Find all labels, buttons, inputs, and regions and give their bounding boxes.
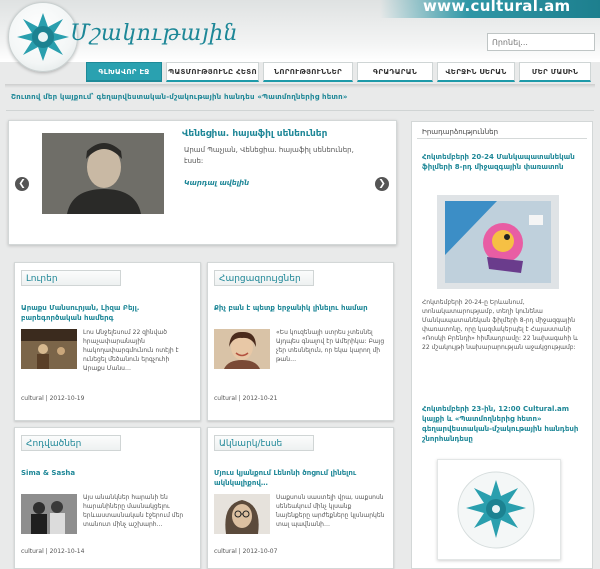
nav-item-news[interactable]: ՆՈՐՈՒԹՅՈՒՆՆԵՐ bbox=[263, 62, 353, 82]
festival-poster-image bbox=[437, 195, 559, 289]
card-news: Լուրեր Արաքս Մանսուրյան, Լիզա Բեյլ. բարե… bbox=[14, 262, 201, 421]
card-excerpt: Լոս Անջելեսում 22 զինված հրաչափարանային … bbox=[83, 329, 179, 372]
event-description: Հոկտեմբերի 20-24-ը Երևանում, տոնակատարու… bbox=[422, 299, 578, 351]
card-thumbnail[interactable] bbox=[214, 329, 270, 369]
slide-description: Արամ Պաչյան, Վենեցիա. հայաֆիլ սենեուներ,… bbox=[184, 146, 354, 165]
card-articles: Հոդվածներ Sima & Sasha Այս անանկներ հարա… bbox=[14, 427, 201, 569]
card-meta: cultural | 2012-10-21 bbox=[214, 395, 278, 402]
nav-shadow bbox=[5, 84, 595, 88]
card-essays: Ակնարկ/էսսե Մյուս կյանքում Լենոնի ծոցում… bbox=[207, 427, 394, 569]
divider bbox=[6, 110, 594, 111]
card-tab[interactable]: Հարցազրույցներ bbox=[214, 270, 314, 286]
duo-photo-image bbox=[21, 494, 77, 534]
card-meta: cultural | 2012-10-19 bbox=[21, 395, 85, 402]
card-thumbnail[interactable] bbox=[21, 494, 77, 534]
portrait-image bbox=[42, 133, 164, 214]
event-title[interactable]: Հոկտեմբերի 20-24 Մանկապատանեկան ֆիլմերի … bbox=[422, 152, 582, 172]
nav-item-last-session[interactable]: ՎԵՐՋԻՆ ՍԵՐԱՆ bbox=[437, 62, 515, 82]
event-title[interactable]: Հոկտեմբերի 23-ին, 12:00 Cultural.am կայք… bbox=[422, 404, 584, 444]
site-url[interactable]: www.cultural.am bbox=[423, 0, 570, 15]
card-title[interactable]: Արաքս Մանսուրյան, Լիզա Բեյլ. բարեգործակա… bbox=[21, 303, 191, 323]
card-meta: cultural | 2012-10-07 bbox=[214, 548, 278, 555]
card-tab[interactable]: Լուրեր bbox=[21, 270, 121, 286]
event-logo-image[interactable] bbox=[437, 459, 561, 560]
card-meta: cultural | 2012-10-14 bbox=[21, 548, 85, 555]
sidebar-divider bbox=[417, 138, 587, 139]
concert-image bbox=[21, 329, 77, 369]
logo-text[interactable]: Մշակութային bbox=[70, 21, 238, 46]
woman-portrait-image bbox=[214, 329, 270, 369]
logo-splash-icon bbox=[17, 13, 69, 61]
card-tab[interactable]: Հոդվածներ bbox=[21, 435, 121, 451]
card-excerpt: Սաքսոսն սաստելի վրա, սաքսոսն սենեակում մ… bbox=[276, 494, 385, 528]
card-interviews: Հարցազրույցներ Քիչ բան է պետք երջանիկ լի… bbox=[207, 262, 394, 421]
nav-item-about[interactable]: ՄԵՐ ՄԱՍԻՆ bbox=[519, 62, 591, 82]
main-nav: ԳԼԽԱՎՈՐ ԷՋ ՊԱՏՄՈՒԹՅՈՒՆԸ ՀԵՏՈ ՆՈՐՈՒԹՅՈՒՆՆ… bbox=[86, 62, 591, 84]
events-sidebar: Իրադարձություններ Հոկտեմբերի 20-24 Մանկա… bbox=[411, 121, 593, 569]
card-tab[interactable]: Ակնարկ/էսսե bbox=[214, 435, 314, 451]
card-thumbnail[interactable] bbox=[214, 494, 270, 534]
nav-item-library[interactable]: ԳՐԱԴԱՐԱՆ bbox=[357, 62, 433, 82]
card-title[interactable]: Մյուս կյանքում Լենոնի ծոցում լինելու ակն… bbox=[214, 468, 384, 488]
announcement: Շուտով մեր կայքում՝ գեղարվեստական-մշակու… bbox=[11, 93, 348, 101]
card-excerpt: Այս անանկներ հարանի են հարանիները մասնակ… bbox=[83, 494, 184, 528]
nav-item-home[interactable]: ԳԼԽԱՎՈՐ ԷՋ bbox=[86, 62, 162, 82]
event-poster[interactable] bbox=[437, 195, 559, 289]
slide-title[interactable]: Վենեցիա. հայաֆիլ սենեուներ bbox=[182, 129, 327, 139]
slider-next-icon[interactable]: ❯ bbox=[375, 177, 389, 191]
site-header: www.cultural.am Մշակութային bbox=[0, 0, 600, 72]
nav-item-history[interactable]: ՊԱՏՄՈՒԹՅՈՒՆԸ ՀԵՏՈ bbox=[166, 62, 259, 82]
sidebar-heading: Իրադարձություններ bbox=[422, 128, 499, 136]
card-excerpt: «Ես կուզենայի ստրես չտեսնել Այդպես գնալո… bbox=[276, 329, 385, 363]
slide-photo[interactable] bbox=[42, 133, 164, 214]
featured-slider: Վենեցիա. հայաֆիլ սենեուներ Արամ Պաչյան, … bbox=[8, 120, 397, 245]
lennon-portrait-image bbox=[214, 494, 270, 534]
logo-splash-icon bbox=[457, 471, 535, 549]
read-more-link[interactable]: Կարդալ ավելին bbox=[184, 179, 249, 187]
slider-prev-icon[interactable]: ❮ bbox=[15, 177, 29, 191]
card-thumbnail[interactable] bbox=[21, 329, 77, 369]
search-input[interactable] bbox=[487, 33, 595, 51]
logo[interactable] bbox=[8, 2, 78, 72]
card-title[interactable]: Sima & Sasha bbox=[21, 468, 191, 478]
card-title[interactable]: Քիչ բան է պետք երջանիկ լինելու համար bbox=[214, 303, 384, 313]
